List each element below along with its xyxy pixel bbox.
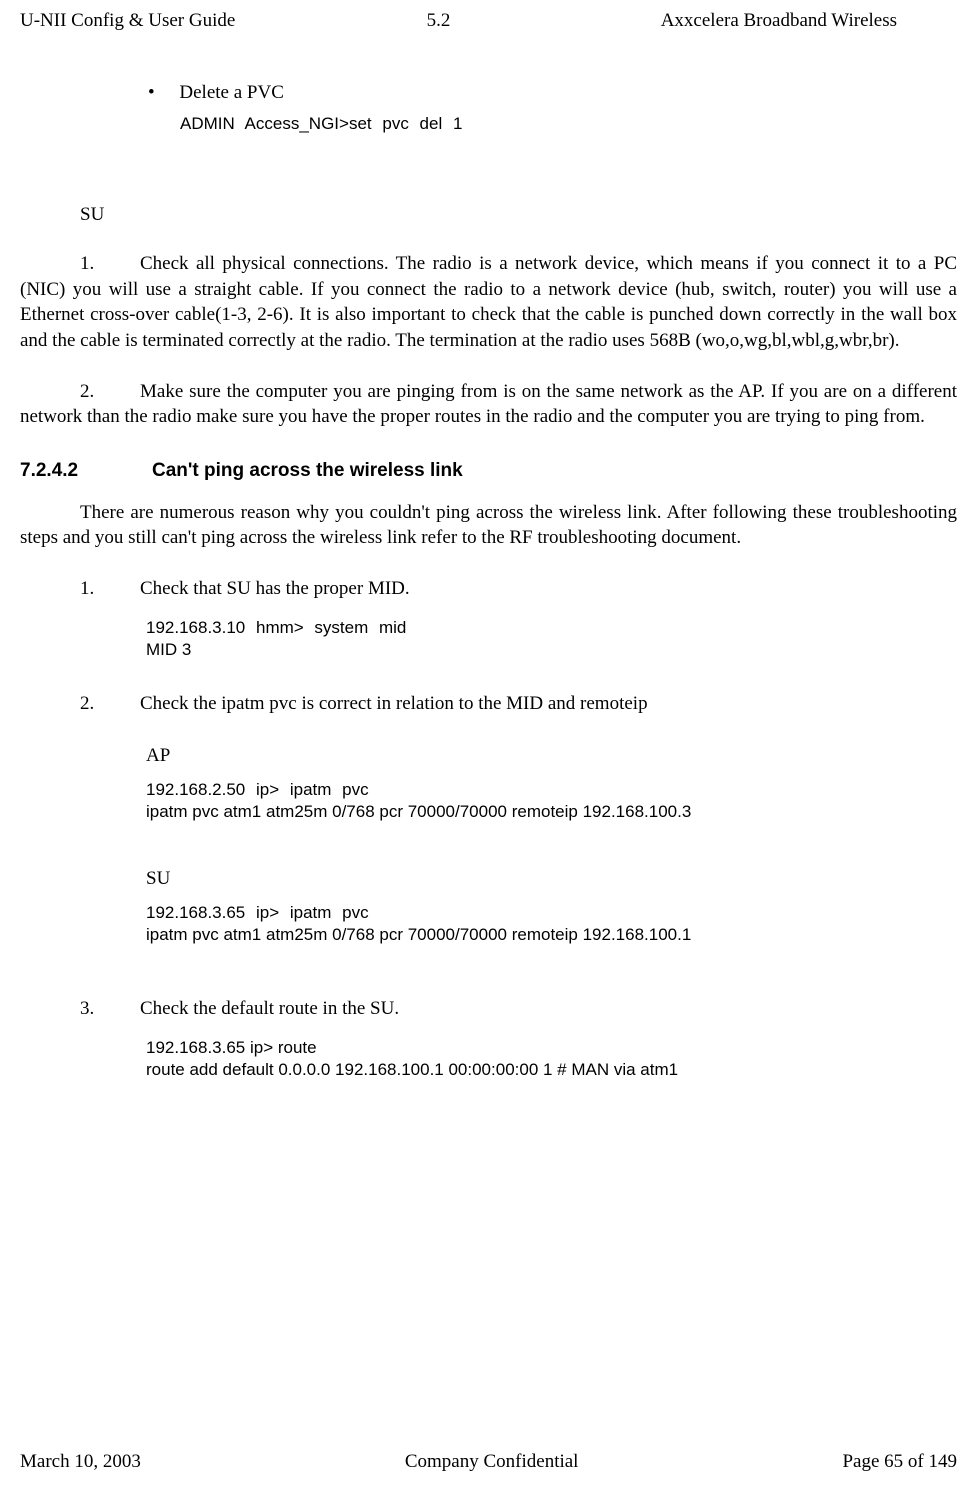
su-heading: SU: [80, 204, 957, 226]
footer-page: Page 65 of 149: [842, 1451, 957, 1473]
header-version: 5.2: [427, 10, 451, 32]
step-text: Check the ipatm pvc is correct in relati…: [140, 693, 648, 714]
header-left: U-NII Config & User Guide: [20, 10, 467, 32]
page-header: U-NII Config & User Guide 5.2 Axxcelera …: [20, 0, 957, 32]
step-text: Check the default route in the SU.: [140, 998, 399, 1019]
step-text: Check that SU has the proper MID.: [140, 578, 410, 599]
code-line: ipatm pvc atm1 atm25m 0/768 pcr 70000/70…: [146, 924, 957, 946]
bullet-text: Delete a PVC: [179, 82, 283, 103]
code-line: ipatm pvc atm1 atm25m 0/768 pcr 70000/70…: [146, 801, 957, 823]
code-line: MID 3: [146, 639, 957, 661]
step-num: 1.: [80, 576, 140, 602]
su-code: 192.168.3.65 ip> ipatm pvc ipatm pvc atm…: [146, 902, 957, 946]
section-intro: There are numerous reason why you couldn…: [20, 500, 957, 551]
code-line: 192.168.3.10 hmm> system mid: [146, 617, 957, 639]
step-1: 1.Check that SU has the proper MID.: [20, 576, 957, 602]
footer-date: March 10, 2003: [20, 1451, 141, 1473]
step-3: 3.Check the default route in the SU.: [20, 996, 957, 1022]
step-2: 2.Check the ipatm pvc is correct in rela…: [20, 691, 957, 717]
ap-label: AP: [146, 745, 957, 767]
para-text: Check all physical connections. The radi…: [20, 253, 957, 351]
code-delete-pvc: ADMIN Access_NGI>set pvc del 1: [180, 114, 957, 134]
footer-confidential: Company Confidential: [405, 1451, 579, 1473]
section-heading: 7.2.4.2Can't ping across the wireless li…: [20, 460, 957, 482]
para-num: 2.: [80, 379, 140, 405]
paragraph-2: 2.Make sure the computer you are pinging…: [20, 379, 957, 430]
step3-code: 192.168.3.65 ip> route route add default…: [146, 1037, 957, 1081]
step-num: 3.: [80, 996, 140, 1022]
code-line: 192.168.3.65 ip> ipatm pvc: [146, 902, 957, 924]
bullet-delete-pvc: Delete a PVC: [148, 82, 957, 104]
para-num: 1.: [80, 251, 140, 277]
code-line: route add default 0.0.0.0 192.168.100.1 …: [146, 1059, 957, 1081]
para-text: Make sure the computer you are pinging f…: [20, 381, 957, 428]
page-footer: March 10, 2003 Company Confidential Page…: [20, 1451, 957, 1473]
ap-code: 192.168.2.50 ip> ipatm pvc ipatm pvc atm…: [146, 779, 957, 823]
su-label-2: SU: [146, 868, 957, 890]
code-line: 192.168.3.65 ip> route: [146, 1037, 957, 1059]
paragraph-1: 1.Check all physical connections. The ra…: [20, 251, 957, 354]
step1-code: 192.168.3.10 hmm> system mid MID 3: [146, 617, 957, 661]
section-title: Can't ping across the wireless link: [152, 460, 463, 481]
section-number: 7.2.4.2: [20, 460, 152, 482]
code-line: 192.168.2.50 ip> ipatm pvc: [146, 779, 957, 801]
step-num: 2.: [80, 691, 140, 717]
header-right: Axxcelera Broadband Wireless: [450, 10, 957, 32]
